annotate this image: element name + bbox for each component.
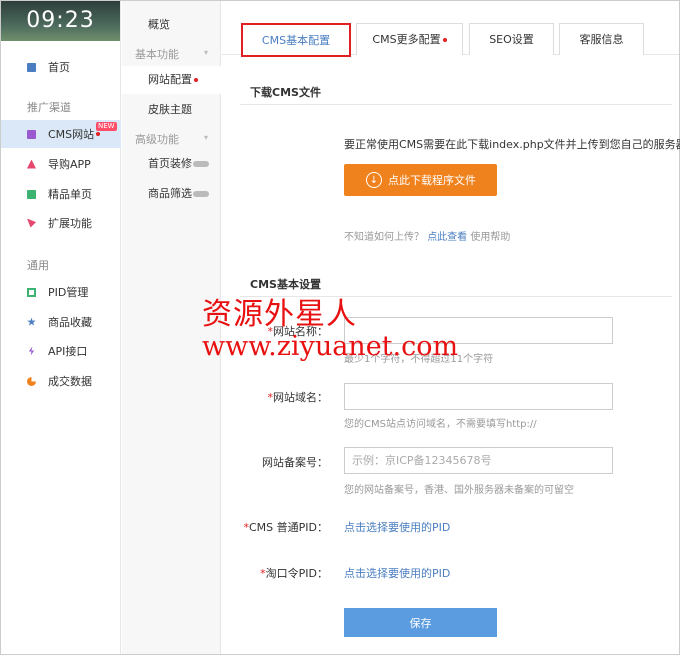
save-button[interactable]: 保存 xyxy=(344,608,497,637)
submenu-item-label: 首页装修 xyxy=(148,157,192,170)
divider xyxy=(240,104,672,105)
sidebar-item-extensions[interactable]: 扩展功能 xyxy=(1,209,121,237)
help-link[interactable]: 点此查看 xyxy=(427,232,467,243)
sidebar-item-label: 商品收藏 xyxy=(48,316,92,329)
notice-dot xyxy=(194,78,198,82)
tab-cms-more[interactable]: CMS更多配置 xyxy=(356,23,463,55)
sidebar-section-general: 通用 xyxy=(27,259,49,272)
sidebar-item-label: CMS网站 xyxy=(48,128,95,141)
sidebar-item-favorites[interactable]: 商品收藏 xyxy=(1,308,121,336)
sidebar-item-deals[interactable]: 成交数据 xyxy=(1,367,121,395)
app-icon xyxy=(27,159,36,169)
help-suffix: 使用帮助 xyxy=(470,232,511,243)
main-sidebar: 09:23 首页 推广渠道 CMS网站 NEW 导购APP 精品单页 扩展功能 … xyxy=(1,1,121,654)
icp-label: 网站备案号： xyxy=(262,456,328,469)
domain-label: *网站域名： xyxy=(267,391,329,404)
sidebar-item-app[interactable]: 导购APP xyxy=(1,150,121,178)
download-section-title: 下载CMS文件 xyxy=(250,86,321,99)
download-button[interactable]: ↓ 点此下载程序文件 xyxy=(344,164,497,196)
clock-display: 09:23 xyxy=(1,1,120,41)
submenu-item-home-decor[interactable]: 首页装修 xyxy=(122,150,221,178)
sidebar-item-api[interactable]: API接口 xyxy=(1,337,121,365)
submenu-item-skin[interactable]: 皮肤主题 xyxy=(122,96,221,124)
page-icon xyxy=(27,189,36,199)
home-icon xyxy=(27,62,36,72)
sidebar-item-label: API接口 xyxy=(48,345,88,358)
cms-pid-select-link[interactable]: 点击选择要使用的PID xyxy=(344,519,450,535)
api-icon xyxy=(28,346,35,356)
chevron-down-icon[interactable]: ▾ xyxy=(204,133,208,142)
icp-input[interactable] xyxy=(344,447,613,474)
sidebar-section-promotion: 推广渠道 xyxy=(27,101,71,114)
sidebar-item-label: PID管理 xyxy=(48,286,89,299)
domain-input[interactable] xyxy=(344,383,613,410)
sidebar-item-label: 扩展功能 xyxy=(48,217,92,230)
star-icon xyxy=(27,317,36,326)
submenu-section-label: 基本功能 xyxy=(135,48,179,61)
cms-pid-label: *CMS 普通PID： xyxy=(243,521,329,534)
help-prefix: 不知道如何上传？ xyxy=(344,232,424,243)
chart-icon xyxy=(27,376,36,386)
download-icon: ↓ xyxy=(366,172,382,188)
new-badge: NEW xyxy=(96,122,117,131)
tab-service[interactable]: 客服信息 xyxy=(559,23,644,55)
sidebar-item-label: 精品单页 xyxy=(48,188,92,201)
upload-help: 不知道如何上传？ 点此查看 使用帮助 xyxy=(344,228,510,243)
submenu-section-label: 高级功能 xyxy=(135,133,179,146)
domain-hint: 您的CMS站点访问域名，不需要填写http:// xyxy=(344,419,537,430)
monitor-icon xyxy=(27,129,36,139)
tag-pill xyxy=(193,161,209,167)
tab-cms-basic[interactable]: CMS基本配置 xyxy=(241,23,351,57)
submenu-item-site-config[interactable]: 网站配置 xyxy=(122,66,221,94)
sidebar-item-home[interactable]: 首页 xyxy=(1,53,121,81)
submenu-item-goods-filter[interactable]: 商品筛选 xyxy=(122,180,221,208)
download-description: 要正常使用CMS需要在此下载index.php文件并上传到您自己的服务器 xyxy=(344,138,680,151)
tab-seo[interactable]: SEO设置 xyxy=(469,23,554,55)
watermark-title: 资源外星人 xyxy=(202,297,357,332)
pid-icon xyxy=(27,287,36,297)
download-button-label: 点此下载程序文件 xyxy=(388,174,476,187)
notice-dot xyxy=(442,38,447,42)
sidebar-item-label: 导购APP xyxy=(48,158,91,171)
submenu-section-basic: 基本功能 xyxy=(135,46,179,62)
icp-hint: 您的网站备案号，香港、国外服务器未备案的可留空 xyxy=(344,485,574,496)
sidebar-item-cms[interactable]: CMS网站 NEW xyxy=(1,120,121,148)
notice-dot xyxy=(96,132,101,136)
submenu-item-overview[interactable]: 概览 xyxy=(122,11,221,39)
tab-label: CMS更多配置 xyxy=(372,33,441,46)
watermark-url: www.ziyuanet.com xyxy=(202,331,459,362)
chevron-down-icon[interactable]: ▾ xyxy=(204,48,208,57)
sidebar-item-label: 成交数据 xyxy=(48,375,92,388)
sidebar-item-pid[interactable]: PID管理 xyxy=(1,278,121,306)
tab-bar: CMS基本配置 CMS更多配置 SEO设置 客服信息 xyxy=(222,1,679,57)
tag-pill xyxy=(193,191,209,197)
puzzle-icon xyxy=(27,218,36,228)
tkl-pid-label: *淘口令PID： xyxy=(260,567,328,580)
submenu-item-label: 商品筛选 xyxy=(148,187,192,200)
tkl-pid-select-link[interactable]: 点击选择要使用的PID xyxy=(344,565,450,581)
sidebar-item-label: 首页 xyxy=(48,61,70,74)
submenu-item-label: 网站配置 xyxy=(148,73,192,86)
submenu-section-advanced: 高级功能 xyxy=(135,131,179,147)
sidebar-item-single-page[interactable]: 精品单页 xyxy=(1,180,121,208)
